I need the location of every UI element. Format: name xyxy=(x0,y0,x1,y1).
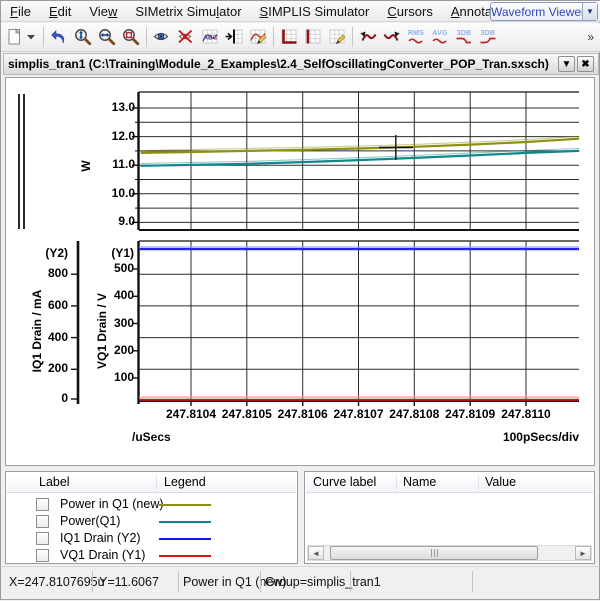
y2-axis-header: (Y2) xyxy=(28,246,68,260)
curve-label: Power in Q1 (new) xyxy=(60,497,164,511)
w-axis-tick-label: 13.0 xyxy=(95,100,135,114)
x-axis-unit: /uSecs xyxy=(132,430,171,444)
column-divider xyxy=(156,475,157,490)
curve-table-header-value: Value xyxy=(485,475,516,489)
curve-color-swatch xyxy=(159,538,211,540)
curve-checkbox[interactable] xyxy=(36,549,49,562)
statusbar: X=247.8107695uY=11.6067Power in Q1 (new)… xyxy=(2,566,598,596)
column-divider xyxy=(396,475,397,490)
curve-color-swatch xyxy=(159,521,211,523)
curve xyxy=(141,151,580,166)
y2-axis-tick-label: 600 xyxy=(28,298,68,312)
status-cell-1: X=247.8107695u xyxy=(9,575,105,589)
curve-label: Power(Q1) xyxy=(60,514,120,528)
w-axis-tick-label: 9.0 xyxy=(95,214,135,228)
status-cell-2: Y=11.6067 xyxy=(99,575,159,589)
legend-header: Label Legend xyxy=(7,473,296,493)
status-separator xyxy=(260,571,261,592)
curve-table-header: Curve label Name Value xyxy=(306,473,593,493)
x-axis-tick-label: 247.8110 xyxy=(495,407,557,421)
curve-label: VQ1 Drain (Y1) xyxy=(60,548,145,562)
y2-axis-tick-label: 0 xyxy=(28,391,68,405)
y1-axis-tick-label: 300 xyxy=(94,316,134,330)
x-axis-tick-label: 247.8106 xyxy=(272,407,334,421)
status-separator xyxy=(472,571,473,592)
curve-checkbox[interactable] xyxy=(36,498,49,511)
y1-axis-tick-label: 400 xyxy=(94,288,134,302)
status-separator xyxy=(92,571,93,592)
legend-header-label: Label xyxy=(39,475,70,489)
legend-row-2[interactable]: Power(Q1) xyxy=(7,513,296,530)
curve-table-header-name: Name xyxy=(403,475,436,489)
curve-label: IQ1 Drain (Y2) xyxy=(60,531,141,545)
curve-table-header-label: Curve label xyxy=(313,475,376,489)
status-separator xyxy=(178,571,179,592)
w-axis-tick-label: 12.0 xyxy=(95,129,135,143)
curve-table-panel: Curve label Name Value ◄ ► xyxy=(304,471,595,564)
status-separator xyxy=(350,571,351,592)
legend-panel: Label Legend Power in Q1 (new) Power(Q1) I… xyxy=(5,471,298,564)
column-divider xyxy=(478,475,479,490)
y2-axis-tick-label: 400 xyxy=(28,330,68,344)
curve-color-swatch xyxy=(159,555,211,557)
x-axis-tick-label: 247.8107 xyxy=(328,407,390,421)
x-axis-tick-label: 247.8108 xyxy=(383,407,445,421)
w-axis-tick-label: 11.0 xyxy=(95,157,135,171)
curve-checkbox[interactable] xyxy=(36,532,49,545)
legend-row-1[interactable]: Power in Q1 (new) xyxy=(7,496,296,513)
legend-row-4[interactable]: VQ1 Drain (Y1) xyxy=(7,547,296,564)
scrollbar-thumb[interactable] xyxy=(330,546,538,560)
x-axis-tick-label: 247.8105 xyxy=(216,407,278,421)
y2-axis-tick-label: 800 xyxy=(28,266,68,280)
x-axis-tick-label: 247.8104 xyxy=(160,407,222,421)
y2-axis-tick-label: 200 xyxy=(28,361,68,375)
y1-axis-tick-label: 100 xyxy=(94,370,134,384)
w-axis-tick-label: 10.0 xyxy=(95,186,135,200)
y1-axis-header: (Y1) xyxy=(94,246,134,260)
status-cell-4: Group=simplis_tran1 xyxy=(265,575,381,589)
curve-color-swatch xyxy=(159,504,211,506)
top-y-axis-title: W xyxy=(79,141,93,191)
horizontal-scrollbar[interactable]: ◄ ► xyxy=(307,545,592,561)
scroll-right-icon[interactable]: ► xyxy=(575,546,591,560)
legend-header-legend: Legend xyxy=(164,475,206,489)
scroll-left-icon[interactable]: ◄ xyxy=(308,546,324,560)
legend-row-3[interactable]: IQ1 Drain (Y2) xyxy=(7,530,296,547)
y1-axis-tick-label: 200 xyxy=(94,343,134,357)
curve-checkbox[interactable] xyxy=(36,515,49,528)
y1-axis-tick-label: 500 xyxy=(94,261,134,275)
x-axis-tick-label: 247.8109 xyxy=(439,407,501,421)
x-axis-per-div: 100pSecs/div xyxy=(479,430,579,444)
